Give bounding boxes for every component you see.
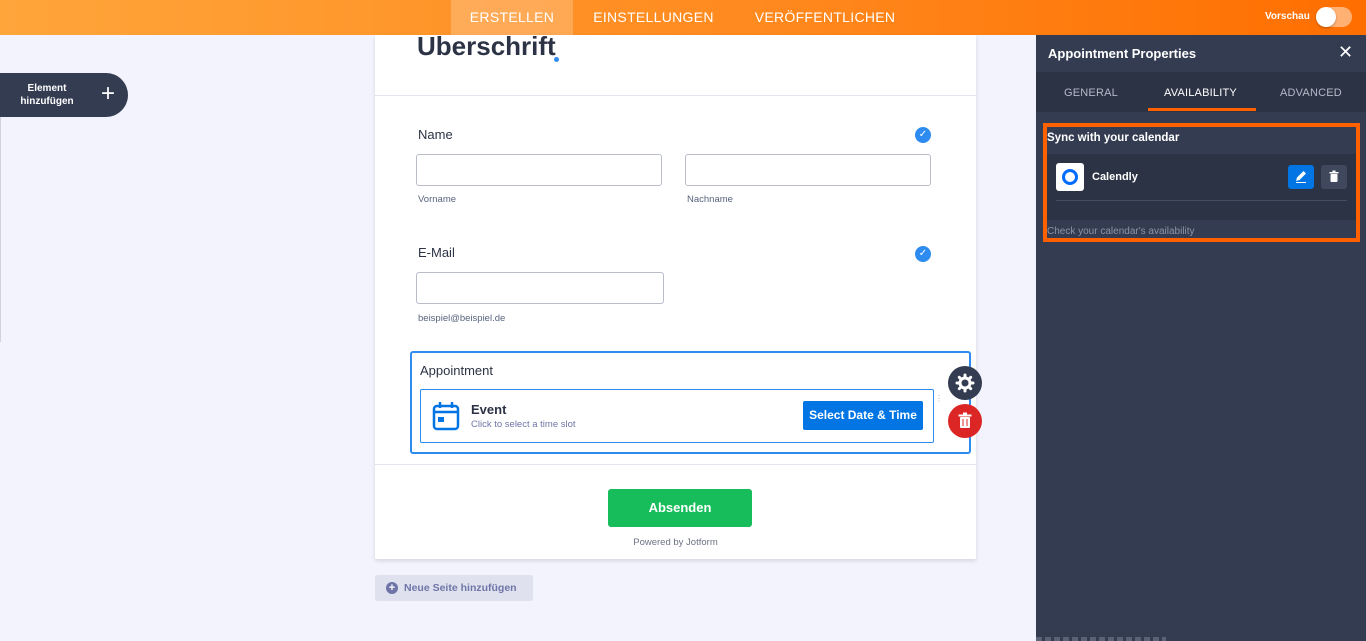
drag-handle-icon[interactable]: ⋮: [935, 395, 943, 410]
preview-toggle[interactable]: [1316, 7, 1352, 27]
email-sublabel: beispiel@beispiel.de: [418, 313, 506, 324]
preview-label: Vorschau: [1265, 11, 1310, 22]
connected-calendar-card: Calendly: [1047, 154, 1356, 220]
calendar-separator: [1056, 200, 1347, 201]
trash-icon: [1329, 170, 1339, 182]
select-date-time-button[interactable]: Select Date & Time: [803, 401, 923, 430]
submit-divider: [375, 464, 976, 465]
tab-general[interactable]: GENERAL: [1064, 87, 1118, 99]
pencil-icon: [1296, 171, 1306, 183]
form-heading[interactable]: Uberschrift: [417, 31, 556, 62]
calendar-sync-section: Sync with your calendar Calendly Check y…: [1043, 123, 1360, 242]
field-delete-button[interactable]: [948, 404, 982, 438]
field-settings-button[interactable]: [948, 366, 982, 400]
tab-advanced[interactable]: ADVANCED: [1280, 87, 1342, 99]
top-navigation-bar: ERSTELLEN EINSTELLUNGEN VERÖFFENTLICHEN …: [0, 0, 1366, 35]
toggle-knob: [1316, 7, 1336, 27]
edit-calendar-button[interactable]: [1288, 165, 1314, 189]
submit-button[interactable]: Absenden: [608, 489, 752, 527]
trash-icon: [958, 412, 972, 428]
panel-title: Appointment Properties: [1048, 46, 1197, 61]
add-element-button[interactable]: Element hinzufügen +: [0, 73, 128, 117]
gear-icon: [955, 373, 975, 393]
heading-divider: [375, 95, 976, 96]
email-required-check-icon: ✓: [915, 246, 931, 262]
event-title: Event: [471, 402, 507, 417]
calendar-name: Calendly: [1092, 171, 1138, 183]
name-label: Name: [418, 127, 453, 142]
tab-veroeffentlichen[interactable]: VERÖFFENTLICHEN: [745, 0, 905, 35]
event-subtitle: Click to select a time slot: [471, 419, 576, 430]
active-tab-indicator: [1148, 108, 1256, 111]
email-label: E-Mail: [418, 245, 455, 260]
sync-title: Sync with your calendar: [1047, 132, 1180, 144]
appointment-label: Appointment: [420, 363, 493, 378]
tab-availability[interactable]: AVAILABILITY: [1164, 87, 1237, 99]
form-card: Uberschrift Name ✓ Vorname Nachname E-Ma…: [375, 31, 976, 559]
panel-tabs: GENERAL AVAILABILITY ADVANCED: [1036, 72, 1366, 112]
sync-footnote: Check your calendar's availability: [1047, 226, 1195, 237]
panel-bottom-scroll-indicator: [1036, 637, 1166, 641]
add-element-label: Element hinzufügen: [20, 83, 74, 107]
calendly-logo-icon: [1056, 163, 1084, 191]
last-name-sublabel: Nachname: [687, 194, 733, 205]
appointment-widget[interactable]: Event Click to select a time slot Select…: [420, 389, 943, 443]
plus-circle-icon: +: [386, 582, 398, 594]
last-name-input[interactable]: [685, 154, 931, 186]
properties-panel: Appointment Properties ✕ GENERAL AVAILAB…: [1036, 35, 1366, 641]
close-icon[interactable]: ✕: [1338, 43, 1353, 61]
tab-erstellen[interactable]: ERSTELLEN: [451, 0, 573, 35]
first-name-sublabel: Vorname: [418, 194, 457, 205]
add-page-label: Neue Seite hinzufügen: [404, 582, 517, 594]
remove-calendar-button[interactable]: [1321, 165, 1347, 189]
first-name-input[interactable]: [416, 154, 662, 186]
tab-einstellungen[interactable]: EINSTELLUNGEN: [583, 0, 724, 35]
powered-by-text: Powered by Jotform: [633, 537, 718, 548]
name-required-check-icon: ✓: [915, 127, 931, 143]
add-page-button[interactable]: + Neue Seite hinzufügen: [375, 575, 533, 601]
appointment-field[interactable]: Appointment Event Click to select a time…: [410, 351, 971, 454]
email-input[interactable]: [416, 272, 664, 304]
left-edge-line: [0, 117, 1, 342]
plus-icon: +: [101, 80, 116, 107]
text-cursor-dot: [554, 57, 559, 62]
calendar-icon: [432, 402, 460, 431]
